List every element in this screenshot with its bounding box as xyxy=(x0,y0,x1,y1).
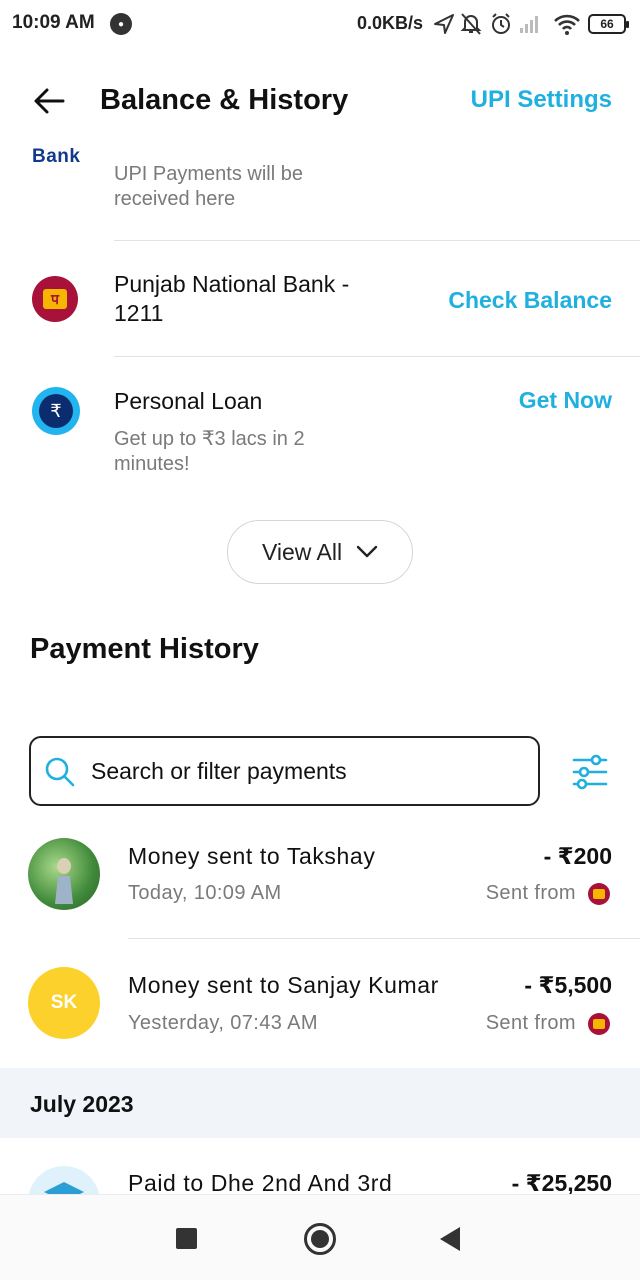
transaction-row[interactable]: Paid to Dhe 2nd And 3rd - ₹25,250 xyxy=(0,1138,640,1194)
pnb-small-icon xyxy=(588,1013,610,1035)
check-balance-button[interactable]: Check Balance xyxy=(448,287,612,314)
primary-bank-subtitle-2: received here xyxy=(114,188,236,210)
transaction-title: Paid to Dhe 2nd And 3rd xyxy=(128,1170,393,1194)
location-icon xyxy=(434,14,454,34)
system-nav-bar xyxy=(0,1194,640,1280)
network-speed: 0.0KB/s xyxy=(357,13,424,33)
pnb-small-icon xyxy=(588,883,610,905)
transaction-time: Today, 10:09 AM xyxy=(128,882,282,904)
status-time: 10:09 AM xyxy=(12,12,95,33)
sent-from-label: Sent from xyxy=(485,1012,576,1034)
search-icon xyxy=(45,757,75,787)
filter-icon[interactable] xyxy=(568,750,612,794)
avatar xyxy=(28,838,100,910)
person-photo-icon xyxy=(55,858,73,904)
battery-level: 66 xyxy=(600,17,614,31)
search-input[interactable]: Search or filter payments xyxy=(91,758,347,785)
recents-button[interactable] xyxy=(176,1228,197,1249)
pnb-account-row[interactable]: प Punjab National Bank - 1211 Check Bala… xyxy=(0,241,640,357)
chevron-down-icon xyxy=(356,545,378,558)
transaction-amount: - ₹200 xyxy=(543,843,612,869)
transaction-title: Money sent to Takshay xyxy=(128,843,376,869)
signal-icon xyxy=(520,16,538,33)
page-title: Balance & History xyxy=(100,84,349,116)
primary-bank-row[interactable]: Bank UPI Payments will be received here xyxy=(0,138,640,240)
avatar-initials: SK xyxy=(50,992,78,1013)
wifi-icon xyxy=(554,14,580,35)
pnb-account-name-1: Punjab National Bank - xyxy=(114,271,350,297)
system-back-button[interactable] xyxy=(440,1227,460,1251)
view-all-button[interactable]: View All xyxy=(227,520,413,584)
transaction-row[interactable]: SK Money sent to Sanjay Kumar Yesterday,… xyxy=(0,939,640,1068)
get-now-button[interactable]: Get Now xyxy=(519,387,612,414)
battery-icon: 66 xyxy=(588,14,629,34)
sent-from-label: Sent from xyxy=(485,882,576,904)
primary-bank-subtitle-1: UPI Payments will be xyxy=(114,163,303,185)
personal-loan-row[interactable]: ₹ Personal Loan Get up to ₹3 lacs in 2 m… xyxy=(0,357,640,487)
view-all-label: View All xyxy=(261,538,343,565)
loan-title: Personal Loan xyxy=(114,388,263,414)
avatar xyxy=(28,1166,100,1194)
alarm-icon xyxy=(492,13,510,34)
mute-bell-icon xyxy=(460,13,482,35)
transaction-row[interactable]: Money sent to Takshay Today, 10:09 AM - … xyxy=(0,820,640,938)
rupee-icon: ₹ xyxy=(39,394,73,428)
app-header: Balance & History UPI Settings xyxy=(0,62,640,138)
payment-history-title: Payment History xyxy=(30,633,259,665)
loan-icon: ₹ xyxy=(32,387,80,435)
avatar: SK xyxy=(28,967,100,1039)
status-bar: 10:09 AM ● 0.0KB/s 66 xyxy=(0,0,640,48)
month-label: July 2023 xyxy=(30,1091,134,1117)
home-button[interactable] xyxy=(304,1223,336,1255)
transaction-amount: - ₹25,250 xyxy=(511,1170,612,1194)
bank-logo: Bank xyxy=(32,146,81,167)
back-arrow-icon xyxy=(34,88,65,114)
search-payments-field[interactable]: Search or filter payments xyxy=(29,736,540,806)
pnb-account-name-2: 1211 xyxy=(114,300,164,326)
loan-subtitle-1: Get up to ₹3 lacs in 2 xyxy=(114,428,305,450)
upi-settings-link[interactable]: UPI Settings xyxy=(471,86,612,114)
back-button[interactable] xyxy=(28,80,70,122)
pnb-bank-logo: प xyxy=(32,276,78,322)
transaction-amount: - ₹5,500 xyxy=(524,972,612,998)
graduation-cap-icon xyxy=(44,1182,84,1194)
transaction-title: Money sent to Sanjay Kumar xyxy=(128,972,439,998)
transaction-time: Yesterday, 07:43 AM xyxy=(128,1012,318,1034)
loan-subtitle-2: minutes! xyxy=(114,453,190,475)
month-header: July 2023 xyxy=(0,1068,640,1138)
screen-record-icon: ● xyxy=(110,13,132,35)
